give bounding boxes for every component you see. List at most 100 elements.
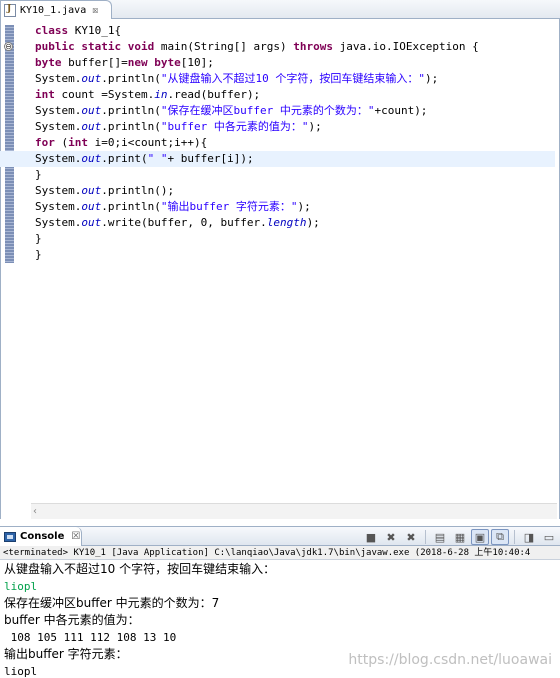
fold-collapse-icon[interactable]: ⊖ [4, 42, 13, 51]
code-editor[interactable]: ⊖ class KY10_1{public static void main(S… [0, 19, 560, 519]
code-token: count =System. [54, 88, 155, 101]
code-token: length [266, 216, 307, 229]
editor-tab-bar: KY10_1.java ☒ [0, 0, 560, 19]
code-token: out [81, 200, 102, 213]
code-token: System. [35, 216, 82, 229]
close-icon[interactable]: ☒ [71, 531, 80, 542]
console-output-line: buffer 中各元素的值为： [4, 613, 140, 627]
code-token: .println( [101, 104, 161, 117]
code-token: out [81, 120, 102, 133]
code-token: +count); [374, 104, 428, 117]
code-token: System. [35, 104, 82, 117]
code-line[interactable]: System.out.print(" "+ buffer[i]); [0, 151, 555, 167]
remove-all-icon[interactable]: ✖ [402, 529, 420, 545]
console-output-line: 108 105 111 112 108 13 10 [4, 631, 177, 644]
code-line[interactable]: for (int i=0;i<count;i++){ [33, 135, 555, 151]
pin-console-icon[interactable]: ⧉ [491, 529, 509, 545]
code-token: i=0;i<count;i++){ [88, 136, 208, 149]
code-line[interactable]: System.out.println("buffer 中各元素的值为："); [33, 119, 555, 135]
code-token: java.io.IOException { [333, 40, 479, 53]
code-token: KY10_1{ [68, 24, 122, 37]
code-token: out [81, 152, 102, 165]
code-token: public static void [35, 40, 155, 53]
open-console-icon[interactable]: ◨ [520, 529, 538, 545]
code-token: byte [35, 56, 62, 69]
code-token: new byte [127, 56, 181, 69]
code-token: throws [293, 40, 334, 53]
code-token: + buffer[i]); [167, 152, 254, 165]
console-tab-bar: Console ☒ ■ ✖ ✖ ▤ ▦ ▣ ⧉ ◨ ▭ [0, 526, 560, 546]
code-token: "buffer 中各元素的值为：" [160, 120, 309, 133]
code-line[interactable]: System.out.println("保存在缓冲区buffer 中元素的个数为… [33, 103, 555, 119]
code-token: System. [35, 152, 82, 165]
console-output-line: 保存在缓冲区buffer 中元素的个数为：7 [4, 596, 220, 610]
terminate-icon[interactable]: ■ [362, 529, 380, 545]
code-token: System. [35, 200, 82, 213]
code-token: ); [424, 72, 439, 85]
view-menu-icon[interactable]: ▭ [540, 529, 558, 545]
editor-tab-label: KY10_1.java [20, 4, 87, 16]
code-line[interactable]: } [33, 247, 555, 263]
console-toolbar: ■ ✖ ✖ ▤ ▦ ▣ ⧉ ◨ ▭ [362, 529, 558, 545]
remove-launch-icon[interactable]: ✖ [382, 529, 400, 545]
code-token: ( [54, 136, 69, 149]
editor-gutter: ⊖ [1, 19, 17, 501]
java-file-icon [4, 3, 16, 17]
code-line[interactable]: byte buffer[]=new byte[10]; [33, 55, 555, 71]
code-line[interactable]: System.out.println("从键盘输入不超过10 个字符，按回车键结… [33, 71, 555, 87]
code-token: class [35, 24, 69, 37]
code-token: .read(buffer); [167, 88, 261, 101]
code-token: int [68, 136, 88, 149]
code-token: .println( [101, 72, 161, 85]
code-line[interactable]: System.out.println(); [33, 183, 555, 199]
code-line[interactable]: System.out.println("输出buffer 字符元素："); [33, 199, 555, 215]
code-token: " " [147, 152, 168, 165]
code-line[interactable]: public static void main(String[] args) t… [33, 39, 555, 55]
code-token: } [35, 168, 42, 181]
scroll-left-icon[interactable]: ‹ [33, 506, 45, 518]
code-token: out [81, 72, 102, 85]
code-token: .println( [101, 120, 161, 133]
code-token: "保存在缓冲区buffer 中元素的个数为：" [160, 104, 375, 117]
horizontal-scrollbar[interactable]: ‹ [31, 503, 557, 519]
toolbar-separator [514, 530, 515, 544]
console-tab-label: Console [20, 531, 65, 542]
code-token: out [81, 216, 102, 229]
console-output-line: 从键盘输入不超过10 个字符，按回车键结束输入： [4, 562, 276, 576]
console-status-line: <terminated> KY10_1 [Java Application] C… [0, 546, 560, 560]
code-token: System. [35, 72, 82, 85]
code-token: [10]; [180, 56, 214, 69]
code-token: for [35, 136, 55, 149]
quick-diff-bar [5, 25, 14, 263]
code-area[interactable]: class KY10_1{public static void main(Str… [0, 23, 555, 263]
close-icon[interactable]: ☒ [92, 5, 98, 16]
console-output-line: liopl [4, 580, 38, 593]
console-icon [4, 531, 16, 542]
word-wrap-icon[interactable]: ▣ [471, 529, 489, 545]
code-token: "从键盘输入不超过10 个字符，按回车键结束输入：" [160, 72, 425, 85]
code-token: .print( [101, 152, 148, 165]
code-line[interactable]: int count =System.in.read(buffer); [33, 87, 555, 103]
code-token: .println(); [101, 184, 175, 197]
code-token: buffer[]= [61, 56, 128, 69]
watermark: https://blog.csdn.net/luoawai [348, 652, 552, 668]
code-line[interactable]: System.out.write(buffer, 0, buffer.lengt… [33, 215, 555, 231]
tab-console[interactable]: Console ☒ [0, 527, 82, 546]
code-line[interactable]: class KY10_1{ [33, 23, 555, 39]
code-token: main(String[] args) [154, 40, 294, 53]
clear-console-icon[interactable]: ▤ [431, 529, 449, 545]
code-token: "输出buffer 字符元素：" [160, 200, 298, 213]
code-token: ); [297, 200, 311, 213]
code-line[interactable]: } [33, 231, 555, 247]
code-token: ); [308, 120, 322, 133]
code-token: .write(buffer, 0, buffer. [101, 216, 267, 229]
code-token: in [154, 88, 168, 101]
code-token: System. [35, 120, 82, 133]
code-line[interactable]: } [33, 167, 555, 183]
code-token: } [35, 232, 42, 245]
scroll-lock-icon[interactable]: ▦ [451, 529, 469, 545]
code-token: } [35, 248, 42, 261]
code-token: out [81, 184, 102, 197]
editor-tab-ky10-1[interactable]: KY10_1.java ☒ [0, 0, 112, 19]
code-token: out [81, 104, 102, 117]
